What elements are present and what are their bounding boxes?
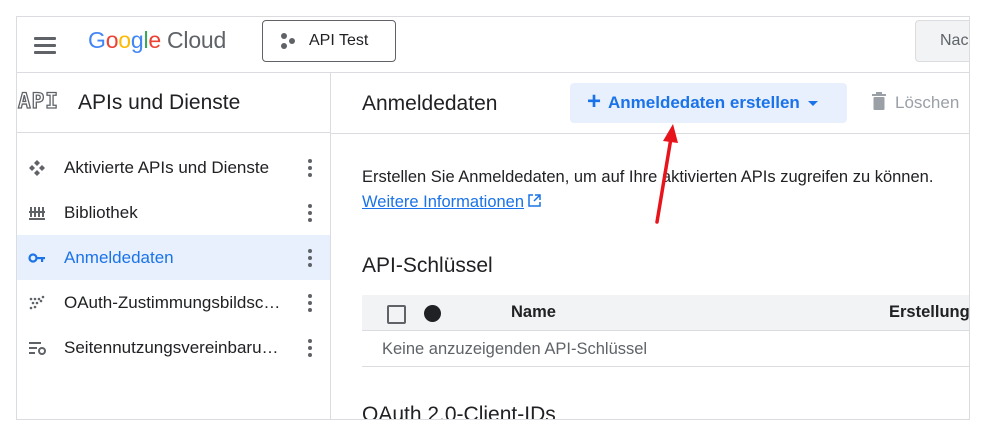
sidebar-item-label: Aktivierte APIs und Dienste — [64, 157, 270, 177]
plus-icon: + — [587, 87, 602, 115]
key-icon — [26, 247, 48, 269]
sidebar-item-label: Seitennutzungsvereinbarungen — [64, 337, 282, 357]
page-title: Anmeldedaten — [362, 92, 498, 115]
dropdown-caret-icon — [807, 100, 818, 106]
learn-more-link[interactable]: Weitere Informationen — [362, 193, 541, 212]
sidebar-nav: Aktivierte APIs und Dienste Bibliothek A… — [17, 145, 330, 370]
consent-dots-icon — [26, 292, 48, 314]
top-bar: Google Cloud API Test Nac — [17, 17, 969, 73]
sidebar-item-oauth-consent[interactable]: OAuth-Zustimmungsbildschirm — [17, 280, 330, 325]
sidebar-item-label: Anmeldedaten — [64, 247, 174, 267]
column-header-created[interactable]: Erstellung — [889, 303, 969, 322]
diamond-dots-icon — [26, 157, 48, 179]
more-vert-icon[interactable] — [304, 292, 316, 314]
sidebar-item-page-usage-agreements[interactable]: Seitennutzungsvereinbarungen — [17, 325, 330, 370]
learn-more-label: Weitere Informationen — [362, 193, 525, 211]
empty-message: Keine anzuzeigenden API-Schlüssel — [382, 340, 648, 358]
delete-button[interactable]: Löschen — [871, 83, 959, 123]
more-vert-icon[interactable] — [304, 337, 316, 359]
project-picker-button[interactable]: API Test — [262, 20, 396, 62]
api-badge-icon: API — [17, 88, 59, 113]
sidebar: API APIs und Dienste Aktivierte APIs und… — [17, 73, 331, 419]
info-text: Erstellen Sie Anmeldedaten, um auf Ihre … — [362, 168, 934, 186]
column-header-name[interactable]: Name — [511, 303, 556, 322]
sidebar-item-enabled-apis[interactable]: Aktivierte APIs und Dienste — [17, 145, 330, 190]
app-window: Google Cloud API Test Nac API APIs und Di… — [16, 16, 970, 420]
sidebar-header: API APIs und Dienste — [17, 73, 330, 133]
project-name: API Test — [309, 32, 369, 49]
main-menu-icon[interactable] — [33, 34, 57, 56]
sidebar-item-library[interactable]: Bibliothek — [17, 190, 330, 235]
main-header: Anmeldedaten + Anmeldedaten erstellen Lö… — [331, 73, 969, 134]
api-keys-section-title: API-Schlüssel — [362, 254, 493, 277]
open-in-new-icon — [528, 193, 541, 212]
sidebar-title: APIs und Dienste — [78, 91, 241, 114]
sidebar-item-label: Bibliothek — [64, 202, 138, 222]
search-button[interactable]: Nac — [915, 20, 969, 62]
api-keys-table-header: Name Erstellung — [362, 295, 969, 331]
trash-icon — [871, 91, 887, 115]
create-credentials-button[interactable]: + Anmeldedaten erstellen — [570, 83, 847, 123]
google-cloud-logo[interactable]: Google Cloud — [88, 27, 226, 54]
project-hierarchy-icon — [279, 32, 297, 50]
status-column-icon — [424, 305, 441, 322]
library-icon — [26, 202, 48, 224]
main-content: Anmeldedaten + Anmeldedaten erstellen Lö… — [331, 73, 969, 420]
create-credentials-label: Anmeldedaten erstellen — [608, 93, 800, 112]
select-all-checkbox[interactable] — [387, 305, 406, 324]
settings-list-icon — [26, 337, 48, 359]
more-vert-icon[interactable] — [304, 247, 316, 269]
more-vert-icon[interactable] — [304, 202, 316, 224]
table-empty-row: Keine anzuzeigenden API-Schlüssel — [362, 331, 969, 367]
oauth-section-title: OAuth 2.0-Client-IDs — [362, 403, 556, 420]
more-vert-icon[interactable] — [304, 157, 316, 179]
delete-label: Löschen — [895, 93, 960, 112]
sidebar-item-credentials[interactable]: Anmeldedaten — [17, 235, 330, 280]
sidebar-item-label: OAuth-Zustimmungsbildschirm — [64, 292, 282, 312]
